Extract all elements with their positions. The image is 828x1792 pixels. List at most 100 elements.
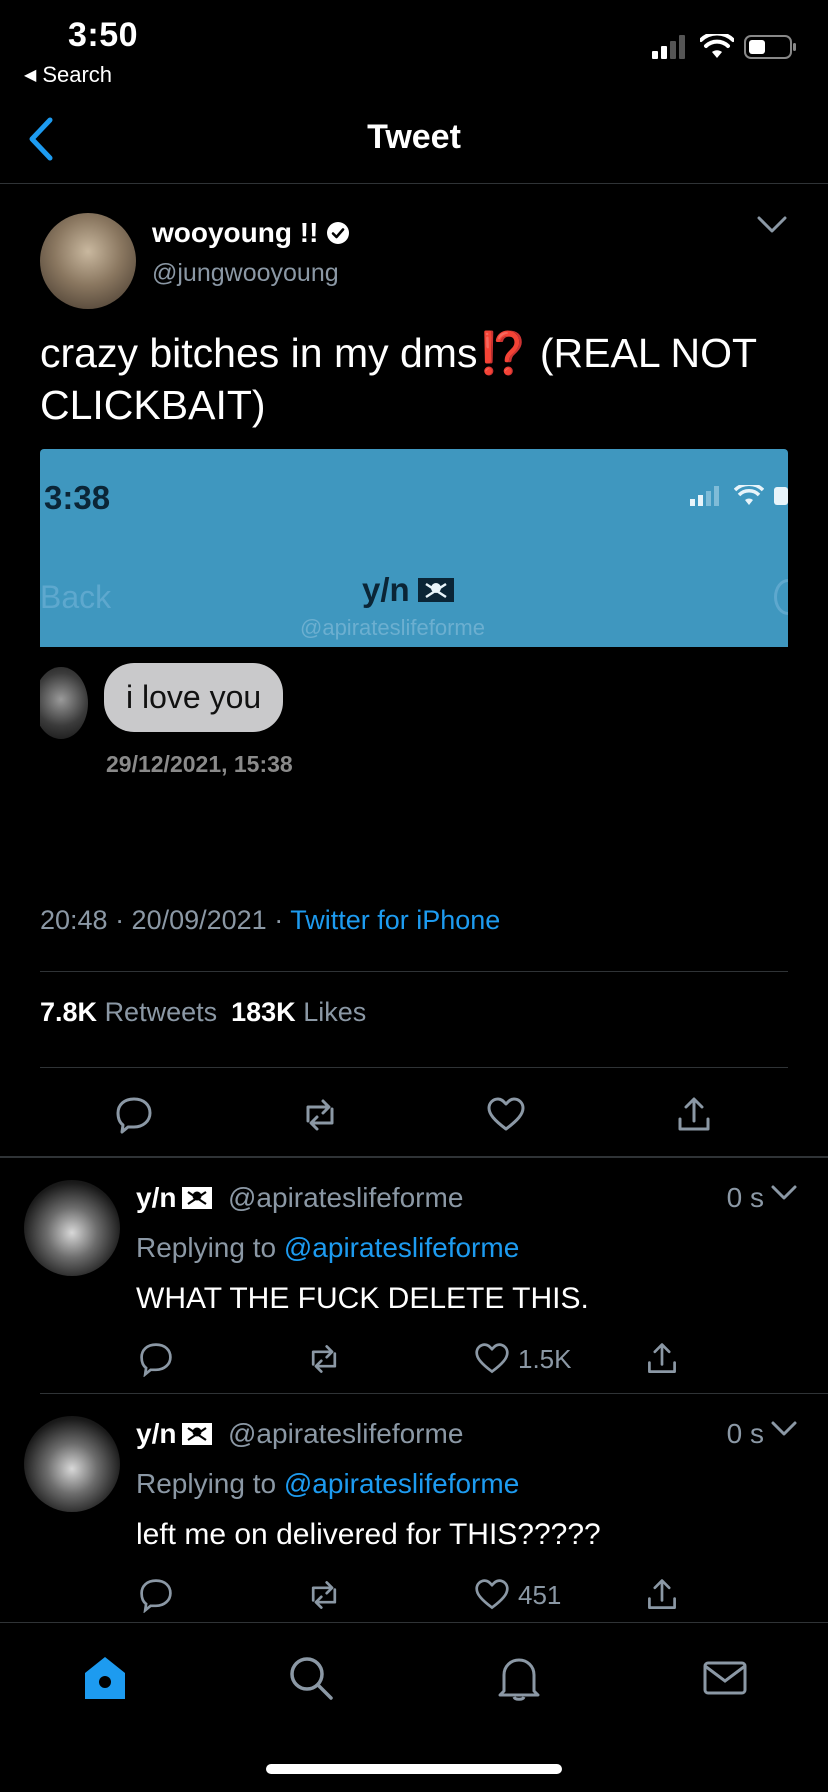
reply-author-name[interactable]: y/n <box>136 1418 213 1450</box>
image-contact-name: y/n <box>362 571 454 609</box>
signal-icon <box>652 35 685 59</box>
image-contact-avatar <box>40 667 88 739</box>
reply-icon[interactable] <box>114 1095 154 1135</box>
reply-text: left me on delivered for THIS????? <box>136 1518 601 1551</box>
image-status-icons <box>690 485 788 507</box>
reply-text: WHAT THE FUCK DELETE THIS. <box>136 1282 589 1315</box>
reply-button[interactable] <box>138 1340 174 1378</box>
image-message-bubble: i love you <box>104 663 284 732</box>
retweet-icon <box>311 1345 337 1373</box>
retweet-icon[interactable] <box>300 1095 340 1135</box>
pirate-flag-icon <box>182 1187 213 1209</box>
replying-to: Replying to @apirateslifeforme <box>136 1468 519 1500</box>
pirate-flag-icon <box>182 1423 213 1445</box>
like-label: Likes <box>303 997 367 1027</box>
reply-button[interactable] <box>138 1576 174 1614</box>
replying-prefix: Replying to <box>136 1468 284 1499</box>
reply-time: 0 s <box>726 1182 764 1213</box>
like-icon[interactable] <box>486 1095 526 1135</box>
replying-to-link[interactable]: @apirateslifeforme <box>284 1232 519 1263</box>
divider <box>40 971 788 972</box>
battery-icon <box>774 487 788 505</box>
author-name[interactable]: wooyoung !! <box>152 217 350 249</box>
share-button[interactable] <box>644 1340 680 1378</box>
image-back-label: Back <box>40 579 112 615</box>
replying-to: Replying to @apirateslifeforme <box>136 1232 519 1264</box>
like-button[interactable]: 451 <box>474 1576 561 1614</box>
reply-tweet[interactable]: y/n @apirateslifeforme 0 s Replying to @… <box>0 1394 828 1630</box>
search-icon[interactable] <box>286 1653 336 1703</box>
share-icon <box>648 1579 676 1609</box>
page-title: Tweet <box>367 118 461 156</box>
divider <box>40 1067 788 1068</box>
share-button[interactable] <box>644 1576 680 1614</box>
tweet-text: crazy bitches in my dms⁉️ (REAL NOT CLIC… <box>40 327 800 431</box>
status-icons <box>652 34 798 60</box>
like-button[interactable]: 1.5K <box>474 1340 572 1378</box>
verified-icon <box>327 222 350 244</box>
reply-author-name-text: y/n <box>136 1182 177 1213</box>
image-contact-handle: @apirateslifeforme <box>300 615 485 640</box>
chevron-down-icon[interactable] <box>756 215 788 235</box>
tweet-actions <box>0 1095 828 1145</box>
replying-to-link[interactable]: @apirateslifeforme <box>284 1468 519 1499</box>
image-contact-name-text: y/n <box>362 571 410 608</box>
share-icon[interactable] <box>674 1095 714 1135</box>
pirate-flag-icon <box>417 578 454 602</box>
tweet-image[interactable]: 3:38 Back y/n @apirateslifeforme i love … <box>40 449 788 865</box>
reply-author-handle[interactable]: @apirateslifeforme <box>228 1418 463 1450</box>
retweet-button[interactable] <box>306 1576 342 1614</box>
chevron-down-icon[interactable] <box>770 1184 798 1202</box>
image-message-date: 29/12/2021, 15:38 <box>106 751 293 777</box>
back-triangle-icon: ◀ <box>24 67 37 84</box>
reply-icon <box>140 1343 172 1377</box>
avatar[interactable] <box>24 1416 120 1512</box>
author-handle[interactable]: @jungwooyoung <box>152 259 339 288</box>
home-indicator[interactable] <box>266 1764 562 1774</box>
wifi-icon <box>700 34 734 58</box>
messages-icon[interactable] <box>700 1653 750 1703</box>
author-name-text: wooyoung !! <box>152 217 319 248</box>
battery-icon <box>744 35 796 59</box>
back-to-app-link[interactable]: ◀ Search <box>24 62 112 88</box>
reply-author-handle[interactable]: @apirateslifeforme <box>228 1182 463 1214</box>
tweet-meta: 20:48 · 20/09/2021 · Twitter for iPhone <box>40 905 500 936</box>
likes-stat[interactable]: 183K Likes <box>231 997 366 1028</box>
reply-icon <box>140 1579 172 1613</box>
avatar[interactable] <box>24 1180 120 1276</box>
avatar[interactable] <box>40 213 136 309</box>
tweet-stats: 7.8K Retweets 183K Likes <box>40 997 366 1028</box>
like-icon <box>475 1343 509 1374</box>
tweet-timestamp: 20:48 · 20/09/2021 · <box>40 905 291 935</box>
status-bar: 3:50 ◀ Search <box>0 0 828 96</box>
image-header: 3:38 Back y/n @apirateslifeforme <box>40 449 788 647</box>
interrobang-emoji: ⁉️ <box>477 330 529 376</box>
reply-time: 0 s <box>726 1418 764 1449</box>
retweet-label: Retweets <box>104 997 218 1027</box>
like-count: 183K <box>231 997 296 1027</box>
share-icon <box>648 1343 676 1373</box>
nav-bar: Tweet <box>0 96 828 184</box>
signal-icon <box>690 486 719 506</box>
retweet-button[interactable] <box>306 1340 342 1378</box>
reply-tweet[interactable]: y/n @apirateslifeforme 0 s Replying to @… <box>0 1158 828 1394</box>
like-icon <box>475 1579 509 1610</box>
like-count: 1.5K <box>518 1343 572 1374</box>
home-icon[interactable] <box>80 1653 130 1703</box>
chevron-down-icon[interactable] <box>770 1420 798 1438</box>
notifications-icon[interactable] <box>494 1653 544 1703</box>
back-app-label: Search <box>42 62 113 87</box>
tweet-text-main: crazy bitches in my dms <box>40 330 478 376</box>
replying-prefix: Replying to <box>136 1232 284 1263</box>
reply-author-name[interactable]: y/n <box>136 1182 213 1214</box>
status-time: 3:50 <box>68 16 139 54</box>
image-info-icon <box>774 579 788 615</box>
retweet-count: 7.8K <box>40 997 98 1027</box>
retweets-stat[interactable]: 7.8K Retweets <box>40 997 217 1028</box>
like-count: 451 <box>518 1579 562 1610</box>
image-time: 3:38 <box>44 479 111 516</box>
wifi-icon <box>734 485 764 505</box>
tweet-source-link[interactable]: Twitter for iPhone <box>290 905 500 935</box>
reply-author-name-text: y/n <box>136 1418 177 1449</box>
retweet-icon <box>311 1581 337 1609</box>
